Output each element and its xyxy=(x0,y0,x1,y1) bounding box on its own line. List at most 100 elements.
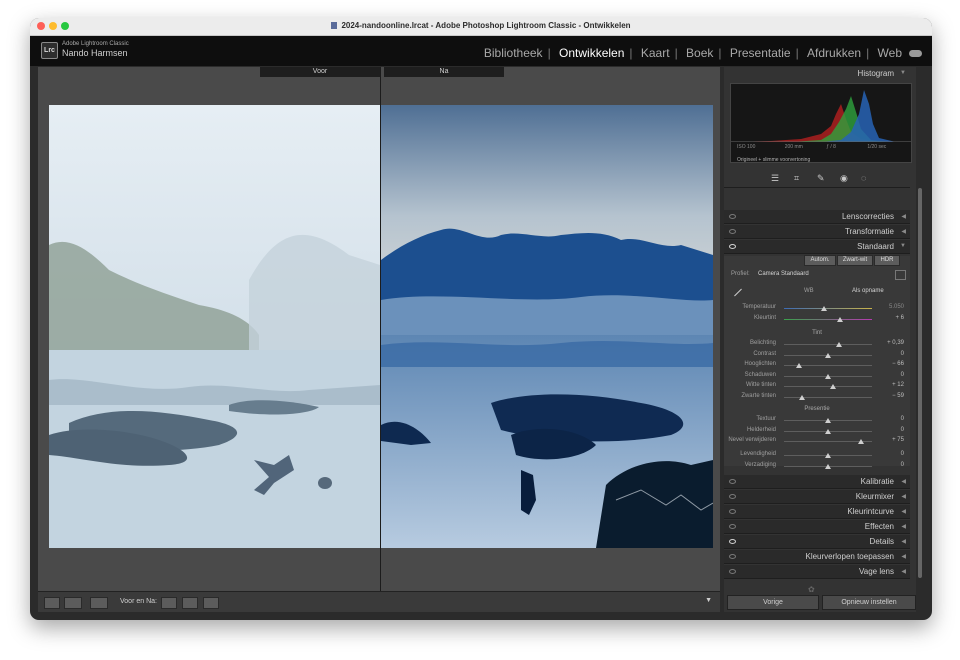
module-web[interactable]: Web xyxy=(878,46,902,60)
eye-icon[interactable] xyxy=(729,479,736,484)
wb-eyedropper-icon[interactable] xyxy=(734,288,742,297)
crop-icon[interactable]: ⌗ xyxy=(794,173,799,184)
panel-gradients[interactable]: Kleurverlopen toepassen ◀ xyxy=(724,550,910,564)
healing-icon[interactable]: ✎ xyxy=(817,173,825,184)
aperture: ƒ / 8 xyxy=(826,144,836,150)
module-slideshow[interactable]: Presentatie xyxy=(730,46,791,60)
module-develop[interactable]: Ontwikkelen xyxy=(559,46,624,60)
previous-button[interactable]: Vorige xyxy=(727,595,819,610)
panel-effects[interactable]: Effecten ◀ xyxy=(724,520,910,534)
eye-icon[interactable] xyxy=(729,539,736,544)
slider-row[interactable]: Textuur 0 xyxy=(724,416,910,425)
before-photo[interactable] xyxy=(49,105,380,548)
panel-basic[interactable]: Standaard ▼ xyxy=(724,240,910,254)
profile-browser-icon[interactable] xyxy=(895,270,906,280)
slider-row[interactable]: Zwarte tinten − 59 xyxy=(724,393,910,402)
temperature-slider[interactable]: Temperatuur 5.050 xyxy=(724,304,910,313)
eye-icon[interactable] xyxy=(729,509,736,514)
slider-row[interactable]: Witte tinten + 12 xyxy=(724,382,910,391)
slider-row[interactable]: Verzadiging 0 xyxy=(724,462,910,471)
slider-value[interactable]: 0 xyxy=(901,427,904,433)
slider-knob[interactable] xyxy=(825,352,831,358)
slider-knob[interactable] xyxy=(825,373,831,379)
slider-value[interactable]: + 75 xyxy=(892,437,904,443)
copy-before-to-after-button[interactable] xyxy=(161,597,177,609)
slider-knob[interactable] xyxy=(857,439,864,444)
panel-scrollbar[interactable] xyxy=(918,188,922,578)
panel-haze[interactable]: Vage lens ◀ xyxy=(724,565,910,579)
panel-tone-curve[interactable]: Kleurintcurve ◀ xyxy=(724,505,910,519)
module-library[interactable]: Bibliotheek xyxy=(484,46,543,60)
slider-value[interactable]: + 12 xyxy=(892,382,904,388)
tint-slider[interactable]: Kleurtint + 6 xyxy=(724,315,910,324)
after-photo[interactable] xyxy=(381,105,713,548)
module-print[interactable]: Afdrukken xyxy=(807,46,861,60)
wb-select[interactable]: Als opname xyxy=(852,288,884,294)
slider-row[interactable]: Helderheid 0 xyxy=(724,427,910,436)
slider-row[interactable]: Levendigheid 0 xyxy=(724,451,910,460)
eye-icon[interactable] xyxy=(729,554,736,559)
slider-row[interactable]: Belichting + 0,39 xyxy=(724,340,910,349)
slider-knob[interactable] xyxy=(837,317,843,322)
slider-knob[interactable] xyxy=(830,384,837,389)
slider-knob[interactable] xyxy=(821,306,827,311)
histogram[interactable]: ISO 100 200 mm ƒ / 8 1/20 sec Origineel … xyxy=(730,83,912,163)
eye-icon[interactable] xyxy=(729,244,736,249)
eye-icon[interactable] xyxy=(729,229,736,234)
slider-track[interactable] xyxy=(784,396,872,398)
reset-button[interactable]: Opnieuw instellen xyxy=(822,595,916,610)
loupe-view-button[interactable] xyxy=(44,597,60,609)
panel-transform[interactable]: Transformatie ◀ xyxy=(724,225,910,239)
panel-details[interactable]: Details ◀ xyxy=(724,535,910,549)
slider-value[interactable]: 0 xyxy=(901,351,904,357)
panel-calibration[interactable]: Kalibratie ◀ xyxy=(724,475,910,489)
slider-row[interactable]: Hooglichten − 66 xyxy=(724,361,910,370)
hdr-button[interactable]: HDR xyxy=(874,255,900,266)
slider-row[interactable]: Nevel verwijderen + 75 xyxy=(724,437,910,446)
slider-value[interactable]: 0 xyxy=(901,372,904,378)
slider-value[interactable]: + 0,39 xyxy=(887,340,904,346)
slider-knob[interactable] xyxy=(825,418,831,423)
eye-icon[interactable] xyxy=(729,494,736,499)
slider-track[interactable] xyxy=(784,386,872,387)
slider-knob[interactable] xyxy=(825,453,831,458)
eye-icon[interactable] xyxy=(729,524,736,529)
slider-row[interactable]: Schaduwen 0 xyxy=(724,372,910,381)
slider-knob[interactable] xyxy=(795,363,802,368)
bw-button[interactable]: Zwart-wit xyxy=(837,255,873,266)
slider-knob[interactable] xyxy=(835,342,842,347)
panel-lens-corrections[interactable]: Lenscorrecties ◀ xyxy=(724,210,910,224)
module-map[interactable]: Kaart xyxy=(641,46,670,60)
slider-knob[interactable] xyxy=(798,394,805,400)
toolbar-menu-chevron-icon[interactable]: ▼ xyxy=(705,597,712,604)
slider-value[interactable]: 5.050 xyxy=(889,304,904,310)
profile-select[interactable]: Camera Standaard xyxy=(758,271,809,277)
slider-track[interactable] xyxy=(784,319,872,320)
before-after-divider[interactable] xyxy=(380,67,381,591)
auto-button[interactable]: Autom. xyxy=(804,255,836,266)
yy-view-button[interactable] xyxy=(90,597,108,609)
module-book[interactable]: Boek xyxy=(686,46,713,60)
swap-before-after-button[interactable] xyxy=(203,597,219,609)
panel-color-mixer[interactable]: Kleurmixer ◀ xyxy=(724,490,910,504)
cloud-sync-icon[interactable] xyxy=(909,50,922,57)
histogram-header[interactable]: Histogram ▼ xyxy=(724,67,910,80)
slider-value[interactable]: 0 xyxy=(901,416,904,422)
slider-track[interactable] xyxy=(784,344,872,345)
masking-icon[interactable]: ◌ xyxy=(861,173,866,183)
slider-knob[interactable] xyxy=(825,463,831,469)
before-after-layout-button[interactable] xyxy=(64,597,82,609)
slider-row[interactable]: Contrast 0 xyxy=(724,351,910,360)
slider-value[interactable]: − 59 xyxy=(892,393,904,399)
slider-value[interactable]: 0 xyxy=(901,451,904,457)
eye-icon[interactable] xyxy=(729,569,736,574)
slider-value[interactable]: + 6 xyxy=(895,315,904,321)
copy-after-to-before-button[interactable] xyxy=(182,597,198,609)
slider-value[interactable]: 0 xyxy=(901,462,904,468)
edit-sliders-icon[interactable]: ☰ xyxy=(771,173,779,184)
slider-value[interactable]: − 66 xyxy=(892,361,904,367)
red-eye-icon[interactable]: ◉ xyxy=(840,173,848,184)
slider-track[interactable] xyxy=(784,308,872,309)
eye-icon[interactable] xyxy=(729,214,736,219)
slider-knob[interactable] xyxy=(825,428,831,434)
